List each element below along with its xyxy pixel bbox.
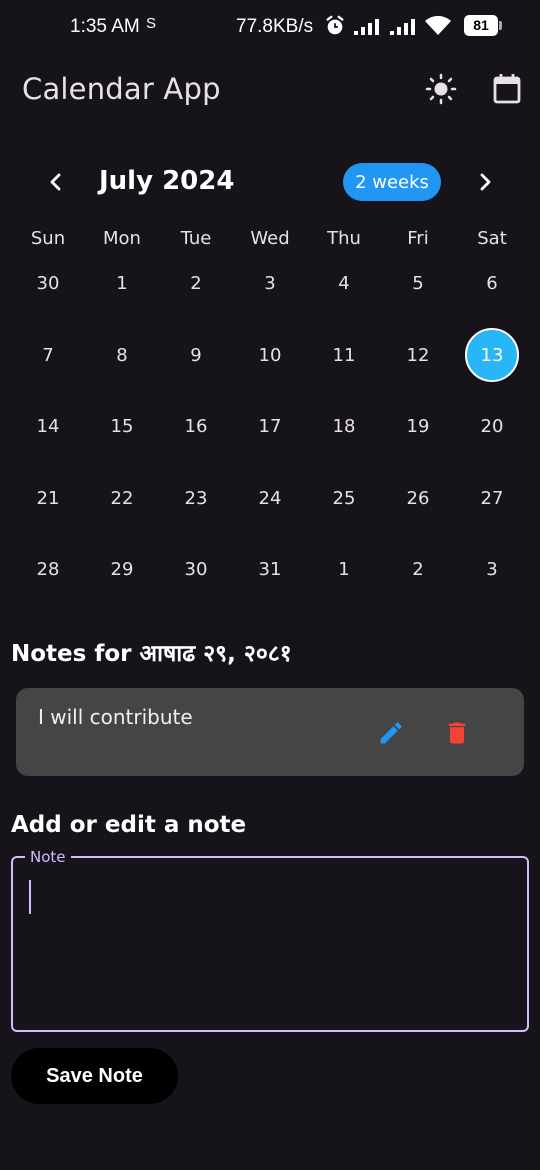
alarm-icon [326, 15, 344, 35]
signal-icon [354, 19, 379, 35]
calendar-day[interactable]: 17 [233, 399, 307, 453]
calendar-day[interactable]: 10 [233, 328, 307, 382]
calendar-day[interactable]: 23 [159, 471, 233, 525]
status-icons [324, 14, 452, 38]
format-toggle-button[interactable]: 2 weeks [343, 163, 441, 201]
battery-indicator: 81 [464, 15, 502, 36]
calendar-day[interactable]: 4 [307, 256, 381, 310]
brightness-icon[interactable] [424, 72, 458, 106]
calendar-day[interactable]: 22 [85, 471, 159, 525]
calendar-day[interactable]: 27 [455, 471, 529, 525]
calendar-day[interactable]: 2 [381, 542, 455, 596]
calendar-day[interactable]: 19 [381, 399, 455, 453]
app-title: Calendar App [22, 72, 221, 106]
calendar-day[interactable]: 6 [455, 256, 529, 310]
selected-day-label: 13 [465, 328, 519, 382]
calendar-icon[interactable] [490, 72, 524, 106]
next-month-button[interactable] [469, 166, 501, 198]
calendar-day[interactable]: 14 [11, 399, 85, 453]
previous-month-button[interactable] [40, 166, 72, 198]
note-card: I will contribute [16, 688, 524, 776]
weekday-label: Wed [250, 228, 290, 249]
weekday-label: Sat [477, 228, 507, 249]
pencil-icon [380, 722, 402, 744]
calendar-week: 7 8 9 10 11 12 13 [11, 328, 529, 382]
calendar-day[interactable]: 8 [85, 328, 159, 382]
status-s-icon: S [146, 15, 157, 32]
weekday-label: Thu [327, 228, 361, 249]
weekday-label: Sun [30, 228, 66, 249]
calendar-week: 30 1 2 3 4 5 6 [11, 256, 529, 310]
calendar-day[interactable]: 9 [159, 328, 233, 382]
text-cursor [29, 880, 31, 914]
wifi-icon [425, 15, 451, 35]
calendar-month-label: July 2024 [99, 166, 235, 196]
chevron-left-icon [50, 173, 61, 191]
status-network-speed: 77.8KB/s [236, 16, 314, 37]
save-note-button[interactable]: Save Note [11, 1048, 178, 1104]
edit-note-button[interactable] [374, 716, 408, 750]
calendar-day[interactable]: 15 [85, 399, 159, 453]
calendar-day[interactable]: 3 [233, 256, 307, 310]
calendar-day[interactable]: 16 [159, 399, 233, 453]
calendar-day[interactable]: 1 [85, 256, 159, 310]
notes-heading: Notes for आषाढ २९, २०८१ [11, 641, 292, 667]
calendar-day[interactable]: 3 [455, 542, 529, 596]
calendar-day[interactable]: 2 [159, 256, 233, 310]
note-input[interactable]: Note [11, 848, 529, 1032]
weekday-header: Sun Mon Tue Wed Thu Fri Sat [11, 228, 529, 249]
calendar-day[interactable]: 31 [233, 542, 307, 596]
status-bar: 1:35 AM S 77.8KB/s 81 [0, 0, 540, 52]
weekday-label: Tue [180, 228, 212, 249]
calendar-day[interactable]: 11 [307, 328, 381, 382]
trash-icon [448, 722, 466, 744]
calendar-day[interactable]: 18 [307, 399, 381, 453]
chevron-right-icon [480, 173, 491, 191]
calendar-day[interactable]: 21 [11, 471, 85, 525]
note-text: I will contribute [38, 705, 193, 729]
calendar-day[interactable]: 28 [11, 542, 85, 596]
calendar-day[interactable]: 24 [233, 471, 307, 525]
calendar-day[interactable]: 25 [307, 471, 381, 525]
calendar-week: 28 29 30 31 1 2 3 [11, 542, 529, 596]
add-note-heading: Add or edit a note [11, 812, 247, 838]
calendar-day-selected[interactable]: 13 [455, 328, 529, 382]
status-time: 1:35 AM [70, 16, 140, 37]
calendar-week: 21 22 23 24 25 26 27 [11, 471, 529, 525]
note-field-label: Note [25, 848, 71, 866]
delete-note-button[interactable] [440, 716, 474, 750]
calendar-day[interactable]: 26 [381, 471, 455, 525]
calendar-day[interactable]: 12 [381, 328, 455, 382]
calendar-day[interactable]: 7 [11, 328, 85, 382]
calendar-day[interactable]: 20 [455, 399, 529, 453]
weekday-label: Fri [407, 228, 429, 249]
calendar-day[interactable]: 1 [307, 542, 381, 596]
calendar-day[interactable]: 5 [381, 256, 455, 310]
calendar-week: 14 15 16 17 18 19 20 [11, 399, 529, 453]
calendar-day[interactable]: 29 [85, 542, 159, 596]
weekday-label: Mon [103, 228, 141, 249]
calendar-day[interactable]: 30 [11, 256, 85, 310]
signal-icon [390, 19, 415, 35]
calendar-day[interactable]: 30 [159, 542, 233, 596]
